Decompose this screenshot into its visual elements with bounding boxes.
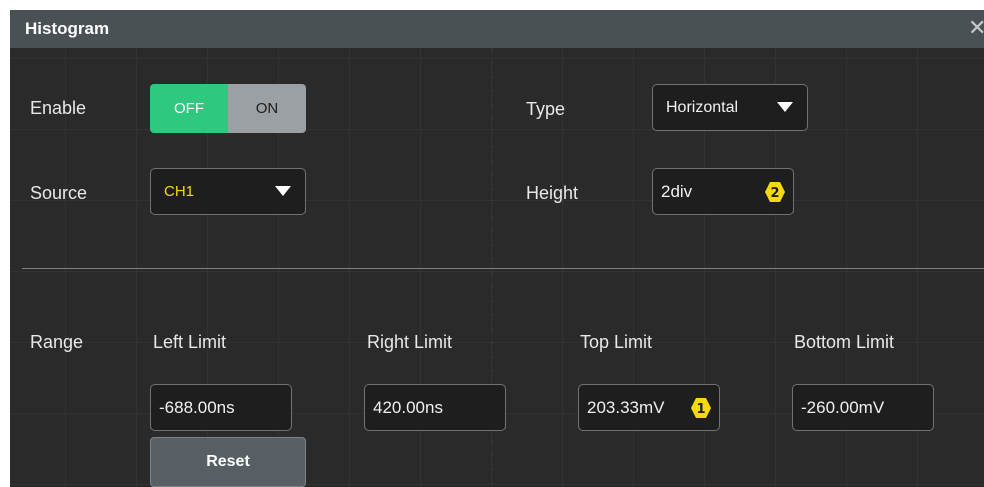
dialog-body: Enable OFF ON Type Horizontal Source CH1…	[10, 48, 984, 487]
left-limit-value: -688.00ns	[159, 397, 235, 417]
enable-toggle[interactable]: OFF ON	[150, 84, 306, 133]
enable-label: Enable	[30, 98, 87, 118]
type-dropdown-value: Horizontal	[666, 98, 739, 116]
left-limit-field[interactable]: -688.00ns	[150, 384, 292, 431]
dialog-title: Histogram	[25, 19, 110, 38]
height-badge-number: 2	[770, 186, 779, 201]
section-divider	[22, 268, 984, 269]
caret-down-icon	[275, 186, 291, 196]
bottom-limit-field[interactable]: -260.00mV	[792, 384, 934, 431]
source-dropdown-value: CH1	[164, 183, 195, 200]
enable-off-option[interactable]: OFF	[150, 84, 228, 133]
height-label: Height	[526, 183, 579, 203]
bottom-limit-value: -260.00mV	[801, 397, 885, 417]
title-bar: Histogram ✕	[10, 10, 984, 48]
top-limit-label: Top Limit	[580, 332, 653, 352]
reset-button[interactable]: Reset	[150, 437, 306, 487]
top-limit-value: 203.33mV	[587, 397, 665, 417]
right-limit-label: Right Limit	[367, 332, 453, 352]
histogram-dialog: Histogram ✕ Enable OFF ON Type Horizonta…	[10, 10, 984, 487]
caret-down-icon	[777, 102, 793, 112]
source-label: Source	[30, 183, 88, 203]
hexagon-badge-icon: 1	[690, 397, 712, 419]
left-limit-label: Left Limit	[153, 332, 227, 352]
bottom-limit-label: Bottom Limit	[794, 332, 895, 352]
height-field[interactable]: 2div 2	[652, 168, 794, 215]
height-field-value: 2div	[661, 181, 693, 201]
type-dropdown[interactable]: Horizontal	[652, 84, 808, 131]
type-label: Type	[526, 99, 566, 119]
close-icon[interactable]: ✕	[968, 17, 984, 39]
top-limit-badge-number: 1	[696, 402, 705, 417]
source-dropdown[interactable]: CH1	[150, 168, 306, 215]
top-limit-field[interactable]: 203.33mV 1	[578, 384, 720, 431]
right-limit-field[interactable]: 420.00ns	[364, 384, 506, 431]
hexagon-badge-icon: 2	[764, 181, 786, 203]
enable-on-option[interactable]: ON	[228, 84, 306, 133]
range-label: Range	[30, 332, 84, 352]
right-limit-value: 420.00ns	[373, 397, 443, 417]
